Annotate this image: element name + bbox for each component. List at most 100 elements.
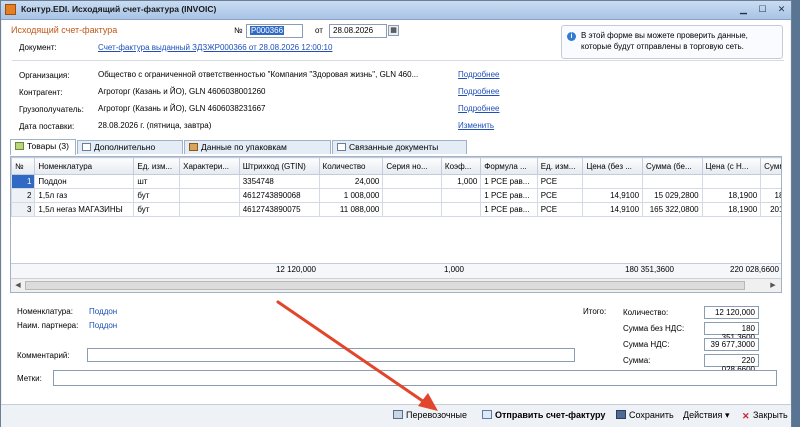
table-cell[interactable]: [382, 202, 442, 217]
table-cell[interactable]: шт: [133, 174, 181, 189]
column-header[interactable]: Сумма (с ...: [760, 157, 781, 175]
table-cell[interactable]: 1 PCE рав...: [480, 202, 538, 217]
close-x-icon: ✕: [742, 411, 750, 421]
tab-additional[interactable]: Дополнительно: [77, 140, 183, 154]
nomenclature-label: Номенклатура:: [17, 307, 73, 316]
table-cell[interactable]: [179, 188, 240, 203]
goods-table[interactable]: № Номенклатура Ед. изм... Характери... Ш…: [10, 156, 782, 293]
horizontal-scrollbar[interactable]: ◀ ▶: [11, 278, 781, 292]
column-header[interactable]: Сумма (бе...: [642, 157, 703, 175]
number-input[interactable]: P000366: [246, 24, 303, 38]
tab-related-documents[interactable]: Связанные документы: [332, 140, 467, 154]
waybills-button[interactable]: Перевозочные: [393, 410, 467, 420]
table-cell[interactable]: PCE: [536, 174, 584, 189]
document-link[interactable]: Счет-фактура выданный ЗДЗЖР000366 от 28.…: [98, 43, 332, 52]
table-cell[interactable]: 1,5л негаз МАГАЗИНЫ: [34, 202, 135, 217]
summary-quantity-label: Количество:: [623, 308, 669, 317]
column-header[interactable]: Формула ...: [480, 157, 538, 175]
minimize-icon[interactable]: ▁: [735, 3, 752, 16]
calendar-icon[interactable]: ▦: [388, 25, 399, 36]
column-header[interactable]: Штрихкод (GTIN): [238, 157, 320, 175]
table-cell[interactable]: 14,9100: [582, 202, 644, 217]
column-header[interactable]: Цена (с Н...: [701, 157, 762, 175]
table-cell[interactable]: [382, 174, 442, 189]
table-cell[interactable]: 1 PCE рав...: [480, 188, 538, 203]
close-icon[interactable]: ✕: [773, 3, 790, 16]
table-cell[interactable]: [179, 202, 240, 217]
table-cell[interactable]: 15 029,2800: [642, 188, 703, 203]
floppy-icon: [616, 410, 626, 419]
table-cell[interactable]: 14,9100: [582, 188, 644, 203]
column-header[interactable]: Цена (без ...: [582, 157, 644, 175]
table-row[interactable]: 1 Поддон шт 3354748 24,000 1,000 1 PCE р…: [11, 174, 781, 189]
consignee-value: Агроторг (Казань и ЙО), GLN 460603823166…: [98, 104, 266, 113]
form-content: Исходящий счет-фактура № P000366 от 28.0…: [2, 20, 790, 404]
table-cell[interactable]: 165 322,0800: [642, 202, 703, 217]
table-cell[interactable]: 1 008,000: [318, 188, 384, 203]
table-cell[interactable]: 1: [11, 174, 36, 189]
scroll-thumb[interactable]: [25, 281, 745, 290]
table-row[interactable]: 3 1,5л негаз МАГАЗИНЫ бут 4612743890075 …: [11, 202, 781, 217]
table-row[interactable]: 2 1,5л газ бут 4612743890068 1 008,000 1…: [11, 188, 781, 203]
table-cell[interactable]: [642, 174, 703, 189]
table-cell[interactable]: 1 PCE рав...: [480, 174, 538, 189]
tab-packaging[interactable]: Данные по упаковкам: [184, 140, 331, 154]
total-label: Итого:: [583, 307, 607, 316]
table-cell[interactable]: 4612743890068: [238, 188, 320, 203]
column-header[interactable]: Коэф...: [440, 157, 482, 175]
table-cell[interactable]: 201 692,9400: [760, 202, 781, 217]
date-input[interactable]: 28.08.2026: [329, 24, 387, 38]
table-cell[interactable]: 1,000: [440, 174, 482, 189]
organization-details-link[interactable]: Подробнее: [458, 70, 500, 79]
table-cell[interactable]: бут: [133, 188, 181, 203]
column-header[interactable]: Количество: [318, 157, 384, 175]
document-icon: [82, 143, 91, 151]
column-header[interactable]: Серия но...: [382, 157, 442, 175]
column-header[interactable]: Номенклатура: [34, 157, 135, 175]
maximize-icon[interactable]: ☐: [754, 3, 771, 16]
contractor-details-link[interactable]: Подробнее: [458, 87, 500, 96]
envelope-icon: [482, 410, 492, 419]
total-coef: 1,000: [443, 265, 464, 274]
total-sum-no-vat: 180 351,3600: [625, 265, 674, 274]
table-cell[interactable]: [701, 174, 762, 189]
summary-sum-no-vat-label: Сумма без НДС:: [623, 324, 685, 333]
table-cell[interactable]: 18,1900: [701, 202, 762, 217]
table-cell[interactable]: PCE: [536, 188, 584, 203]
scroll-right-icon[interactable]: ▶: [767, 280, 779, 291]
comment-input[interactable]: [87, 348, 575, 362]
column-header[interactable]: №: [11, 157, 36, 175]
table-cell[interactable]: бут: [133, 202, 181, 217]
send-invoice-button[interactable]: Отправить счет-фактуру: [482, 410, 605, 420]
table-cell[interactable]: PCE: [536, 202, 584, 217]
table-cell[interactable]: [440, 188, 482, 203]
table-cell[interactable]: 18 335,7200: [760, 188, 781, 203]
table-cell[interactable]: 2: [11, 188, 36, 203]
tags-input[interactable]: [53, 370, 777, 386]
table-cell[interactable]: [179, 174, 240, 189]
actions-button[interactable]: Действия ▾: [683, 410, 729, 421]
column-header[interactable]: Характери...: [179, 157, 240, 175]
consignee-details-link[interactable]: Подробнее: [458, 104, 500, 113]
table-cell[interactable]: [582, 174, 644, 189]
change-delivery-date-link[interactable]: Изменить: [458, 121, 494, 130]
table-cell[interactable]: 1,5л газ: [34, 188, 135, 203]
table-cell[interactable]: 24,000: [318, 174, 384, 189]
column-header[interactable]: Ед. изм...: [133, 157, 181, 175]
table-cell[interactable]: 18,1900: [701, 188, 762, 203]
table-cell[interactable]: 3: [11, 202, 36, 217]
tab-goods[interactable]: Товары (3): [10, 139, 76, 155]
table-cell[interactable]: [760, 174, 781, 189]
table-cell[interactable]: 11 088,000: [318, 202, 384, 217]
close-button[interactable]: ✕ Закрыть: [742, 410, 788, 421]
table-cell[interactable]: 4612743890075: [238, 202, 320, 217]
scroll-left-icon[interactable]: ◀: [12, 280, 24, 291]
column-header[interactable]: Ед. изм...: [536, 157, 584, 175]
table-cell[interactable]: Поддон: [34, 174, 135, 189]
package-icon: [189, 143, 198, 151]
table-cell[interactable]: [440, 202, 482, 217]
table-cell[interactable]: 3354748: [238, 174, 320, 189]
table-cell[interactable]: [382, 188, 442, 203]
save-button[interactable]: Сохранить: [616, 410, 674, 420]
title-bar[interactable]: Контур.EDI. Исходящий счет-фактура (INVO…: [1, 1, 791, 20]
